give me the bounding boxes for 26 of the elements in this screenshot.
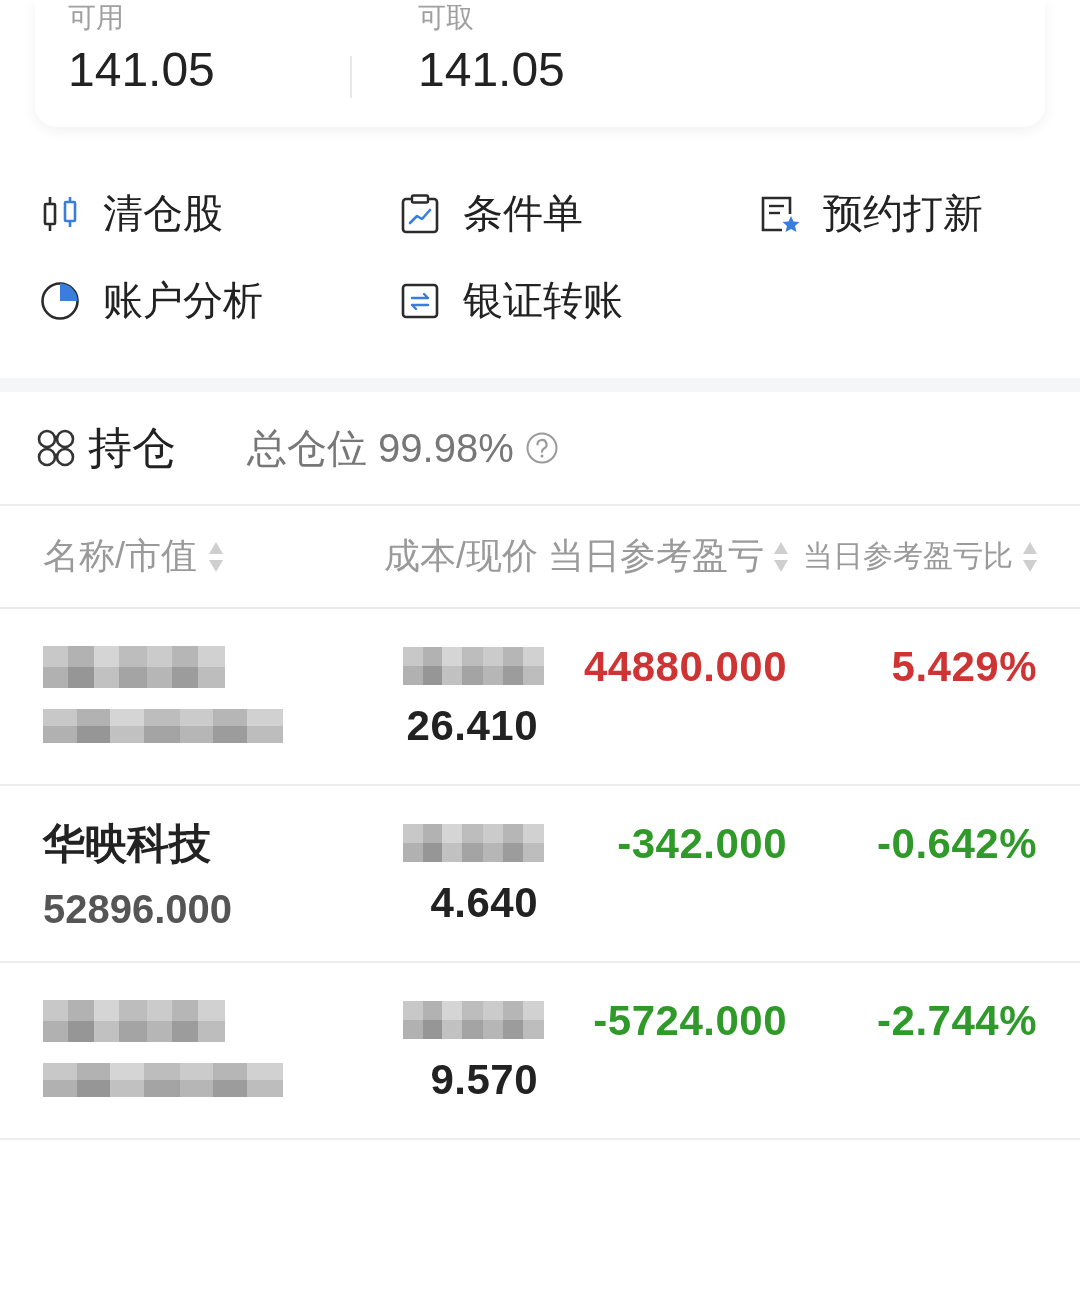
current-price: 4.640 bbox=[430, 879, 538, 927]
profit-loss: -5724.000 bbox=[593, 997, 787, 1045]
holdings-title: 持仓 bbox=[88, 421, 176, 474]
balance-label: 可取 bbox=[418, 2, 475, 34]
pie-chart-icon bbox=[40, 280, 80, 321]
profit-loss-ratio: -2.744% bbox=[877, 997, 1037, 1045]
help-icon[interactable] bbox=[525, 432, 558, 464]
stock-name: 华映科技 bbox=[43, 820, 211, 868]
profit-loss-ratio: 5.429% bbox=[891, 643, 1037, 691]
shortcut-button[interactable]: 清仓股 bbox=[0, 170, 223, 257]
shortcut-button[interactable]: 预约打新 bbox=[720, 170, 983, 257]
current-price: 26.410 bbox=[406, 702, 538, 750]
balance-value: 141.05 bbox=[418, 42, 565, 98]
profit-loss-ratio: -0.642% bbox=[877, 820, 1037, 868]
shortcut-button[interactable]: 条件单 bbox=[360, 170, 583, 257]
shortcut-button[interactable]: 账户分析 bbox=[0, 257, 263, 344]
current-price: 9.570 bbox=[430, 1056, 538, 1104]
clipboard-chart-icon bbox=[400, 193, 440, 234]
four-circles-icon bbox=[36, 428, 76, 468]
profit-loss: 44880.000 bbox=[583, 643, 787, 691]
balance-label: 可用 bbox=[68, 2, 125, 34]
balance-value: 141.05 bbox=[68, 42, 216, 98]
profit-loss: -342.000 bbox=[617, 820, 787, 868]
total-position-text: 总仓位 99.98% bbox=[247, 424, 514, 472]
shortcut-button[interactable]: 银证转账 bbox=[360, 257, 623, 344]
market-value: 52896.000 bbox=[43, 886, 233, 933]
